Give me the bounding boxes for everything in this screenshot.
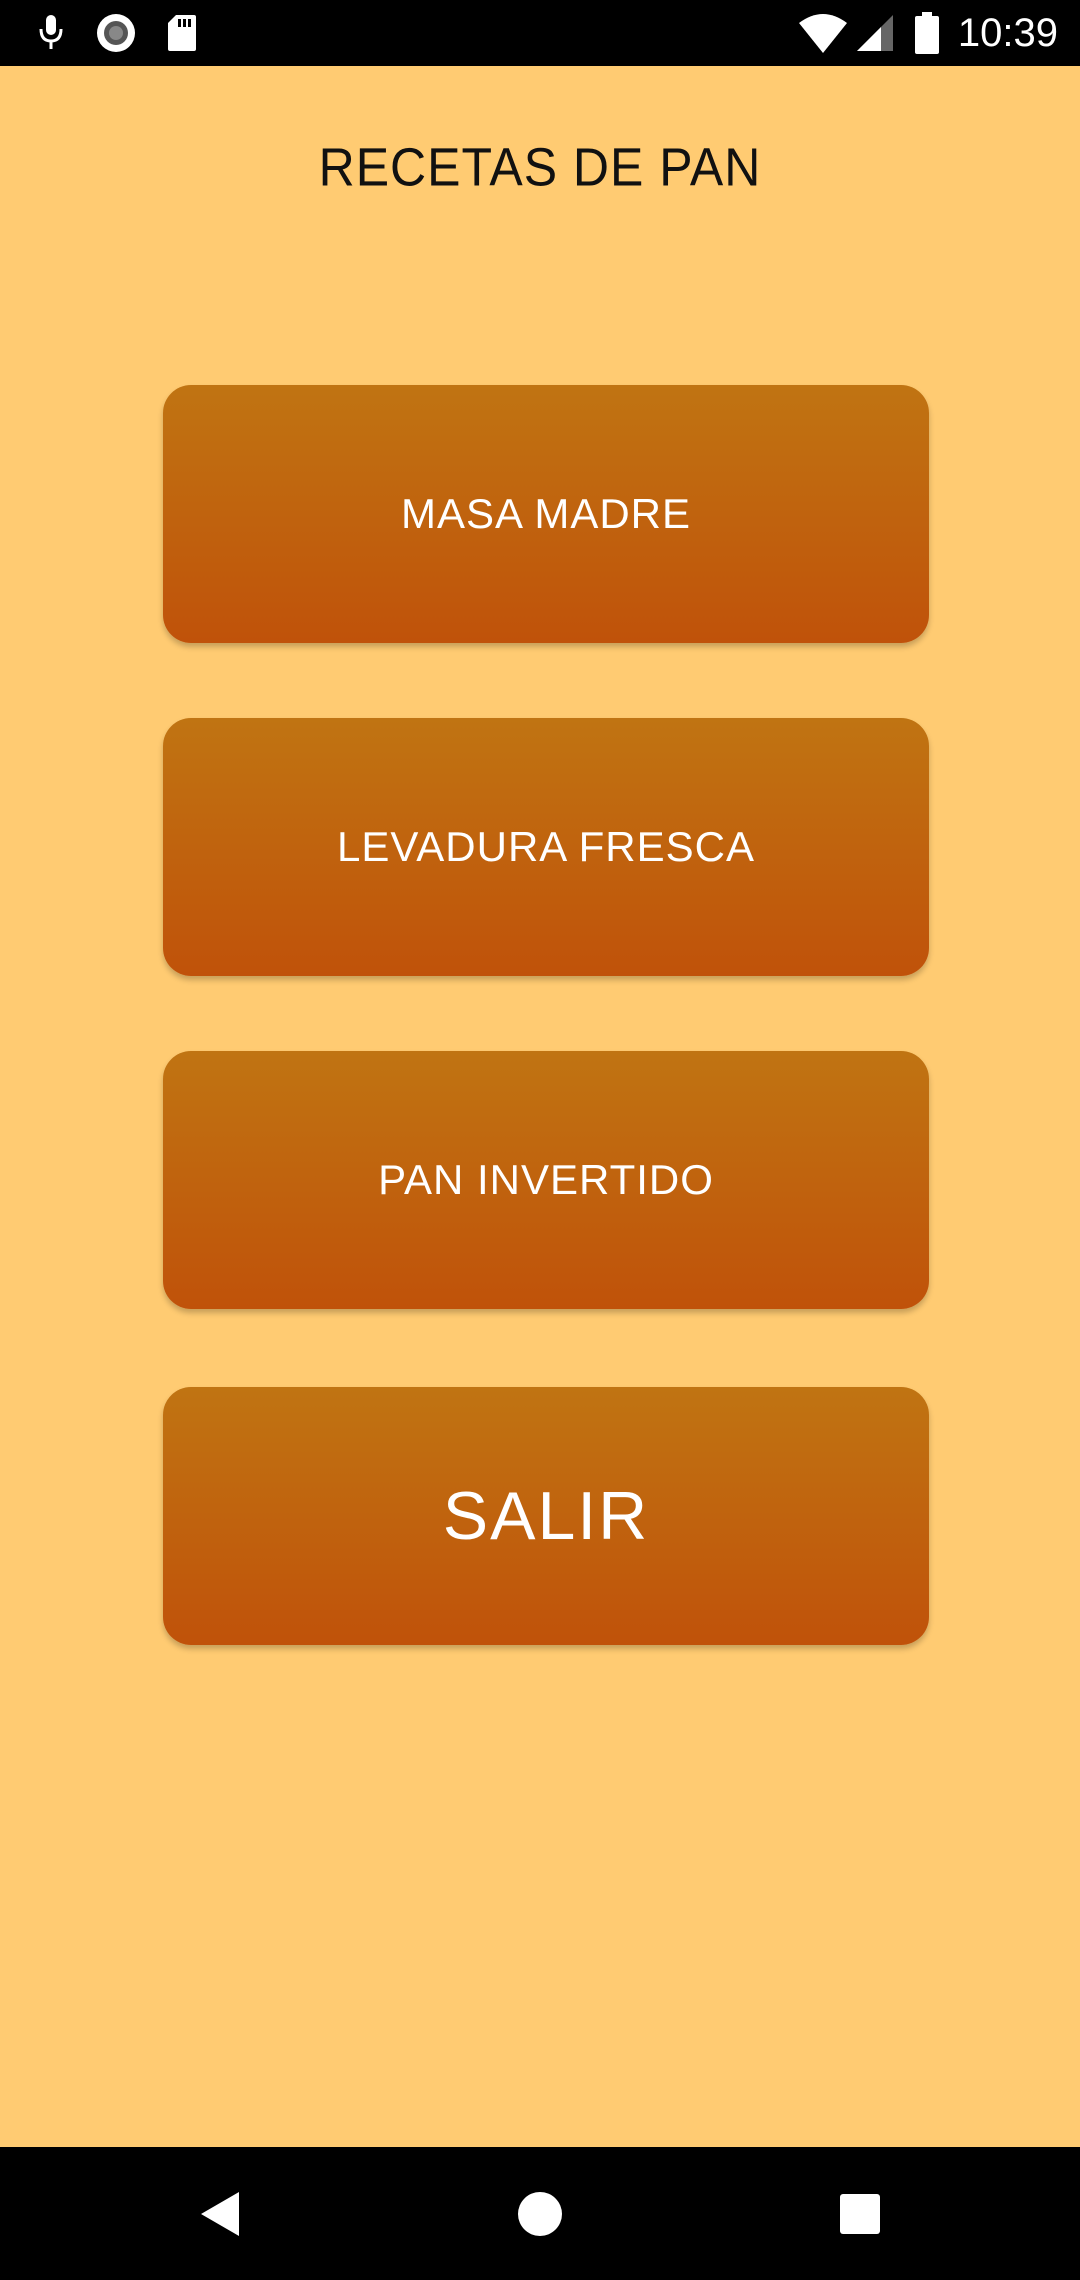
battery-icon xyxy=(912,10,942,56)
sd-card-icon xyxy=(164,10,200,56)
levadura-fresca-button[interactable]: LEVADURA FRESCA xyxy=(163,718,929,976)
back-icon[interactable] xyxy=(150,2147,290,2280)
record-icon xyxy=(94,10,138,56)
page-title: RECETAS DE PAN xyxy=(318,136,762,198)
home-icon[interactable] xyxy=(470,2147,610,2280)
status-bar: 10:39 xyxy=(0,0,1080,66)
wifi-icon xyxy=(796,10,850,56)
microphone-icon xyxy=(34,10,68,56)
status-time: 10:39 xyxy=(957,11,1058,55)
masa-madre-button[interactable]: MASA MADRE xyxy=(163,385,929,643)
navigation-bar xyxy=(0,2147,1080,2280)
salir-button[interactable]: SALIR xyxy=(163,1387,929,1645)
pan-invertido-button[interactable]: PAN INVERTIDO xyxy=(163,1051,929,1309)
cell-signal-icon xyxy=(854,10,896,56)
recents-icon[interactable] xyxy=(790,2147,930,2280)
